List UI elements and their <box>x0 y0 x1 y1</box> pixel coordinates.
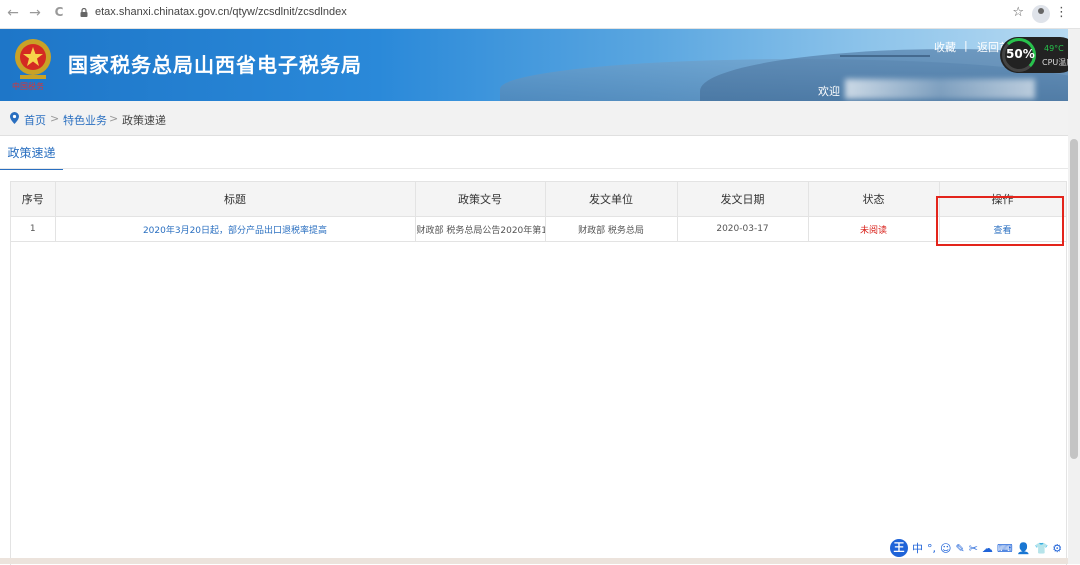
ime-keyboard-icon[interactable]: ⌨ <box>997 542 1013 555</box>
ime-scissors-icon[interactable]: ✂ <box>969 542 978 555</box>
policy-table-panel: 序号 标题 政策文号 发文单位 发文日期 状态 操作 1 2020年3月20日起… <box>10 181 1067 565</box>
col-header-status: 状态 <box>808 182 940 217</box>
ime-punctuation-icon[interactable]: °, <box>927 542 936 555</box>
ime-cloud-icon[interactable]: ☁ <box>982 542 993 555</box>
tax-emblem-icon <box>15 39 51 79</box>
table-header-row: 序号 标题 政策文号 发文单位 发文日期 状态 操作 <box>11 182 1067 217</box>
ime-emoji-icon[interactable]: ☺ <box>940 542 951 555</box>
col-header-doc-number: 政策文号 <box>415 182 546 217</box>
location-pin-icon <box>10 112 19 124</box>
policy-title-link[interactable]: 2020年3月20日起，部分产品出口退税率提高 <box>55 216 416 242</box>
emblem-caption: 中国税务 <box>12 82 44 91</box>
tab-policy-express[interactable]: 政策速递 <box>0 143 63 170</box>
favorite-link[interactable]: 收藏 <box>934 39 956 55</box>
bookmark-star-icon[interactable]: ☆ <box>1012 5 1024 20</box>
col-header-title: 标题 <box>55 182 416 217</box>
cell-date: 2020-03-17 <box>677 216 809 242</box>
breadcrumb-home[interactable]: 首页 <box>24 112 46 128</box>
cell-doc-number: 财政部 税务总局公告2020年第15号 <box>415 216 546 242</box>
taskbar-edge <box>0 558 1068 564</box>
annotation-highlight-box <box>936 196 1064 246</box>
col-header-date: 发文日期 <box>677 182 809 217</box>
great-wall-decoration <box>840 55 930 65</box>
ime-user-icon[interactable]: 👤 <box>1017 542 1031 555</box>
back-icon[interactable]: ← <box>4 5 22 21</box>
reload-icon[interactable]: C <box>50 5 68 19</box>
site-banner: 中国税务 国家税务总局山西省电子税务局 收藏 | 返回首 欢迎 <box>0 29 1080 101</box>
welcome-text: 欢迎 <box>818 85 840 98</box>
ime-settings-icon[interactable]: ⚙ <box>1052 542 1062 555</box>
lock-icon <box>80 8 88 17</box>
breadcrumb: 首页 > 特色业务 > 政策速递 <box>0 101 1068 136</box>
cpu-percent: 50% <box>1006 47 1035 61</box>
link-divider: | <box>964 39 968 52</box>
redacted-username <box>845 79 1035 99</box>
scrollbar-thumb[interactable] <box>1070 139 1078 459</box>
breadcrumb-separator: > <box>50 112 60 125</box>
ime-skin-icon[interactable]: 👕 <box>1035 542 1049 555</box>
col-header-index: 序号 <box>11 182 56 217</box>
ime-chinese-mode[interactable]: 中 <box>912 540 923 556</box>
cpu-temperature-widget[interactable]: 50% 49°C CPU温度 <box>1000 37 1078 73</box>
forward-icon[interactable]: → <box>26 5 44 21</box>
breadcrumb-current: 政策速递 <box>122 114 166 127</box>
cell-index: 1 <box>11 216 56 242</box>
cell-issuer: 财政部 税务总局 <box>545 216 678 242</box>
tab-divider <box>0 168 1068 169</box>
ime-logo-icon[interactable]: 王 <box>890 539 908 557</box>
breadcrumb-separator: > <box>109 112 119 125</box>
browser-toolbar: ← → C etax.shanxi.chinatax.gov.cn/qtyw/z… <box>0 0 1080 29</box>
breadcrumb-special-business[interactable]: 特色业务 <box>63 112 107 128</box>
cpu-temp: 49°C <box>1044 44 1064 53</box>
page-scrollbar[interactable] <box>1068 29 1080 564</box>
browser-menu-icon[interactable]: ⋮ <box>1055 5 1068 20</box>
table-row: 1 2020年3月20日起，部分产品出口退税率提高 财政部 税务总局公告2020… <box>11 216 1067 242</box>
policy-table: 序号 标题 政策文号 发文单位 发文日期 状态 操作 1 2020年3月20日起… <box>11 182 1067 242</box>
status-badge: 未阅读 <box>808 216 940 242</box>
ime-toolbar: 王 中 °, ☺ ✎ ✂ ☁ ⌨ 👤 👕 ⚙ <box>890 538 1062 558</box>
col-header-issuer: 发文单位 <box>545 182 678 217</box>
ime-handwrite-icon[interactable]: ✎ <box>955 542 964 555</box>
address-bar[interactable]: etax.shanxi.chinatax.gov.cn/qtyw/zcsdlni… <box>95 6 347 18</box>
site-title: 国家税务总局山西省电子税务局 <box>68 53 362 77</box>
profile-avatar[interactable] <box>1032 5 1050 23</box>
